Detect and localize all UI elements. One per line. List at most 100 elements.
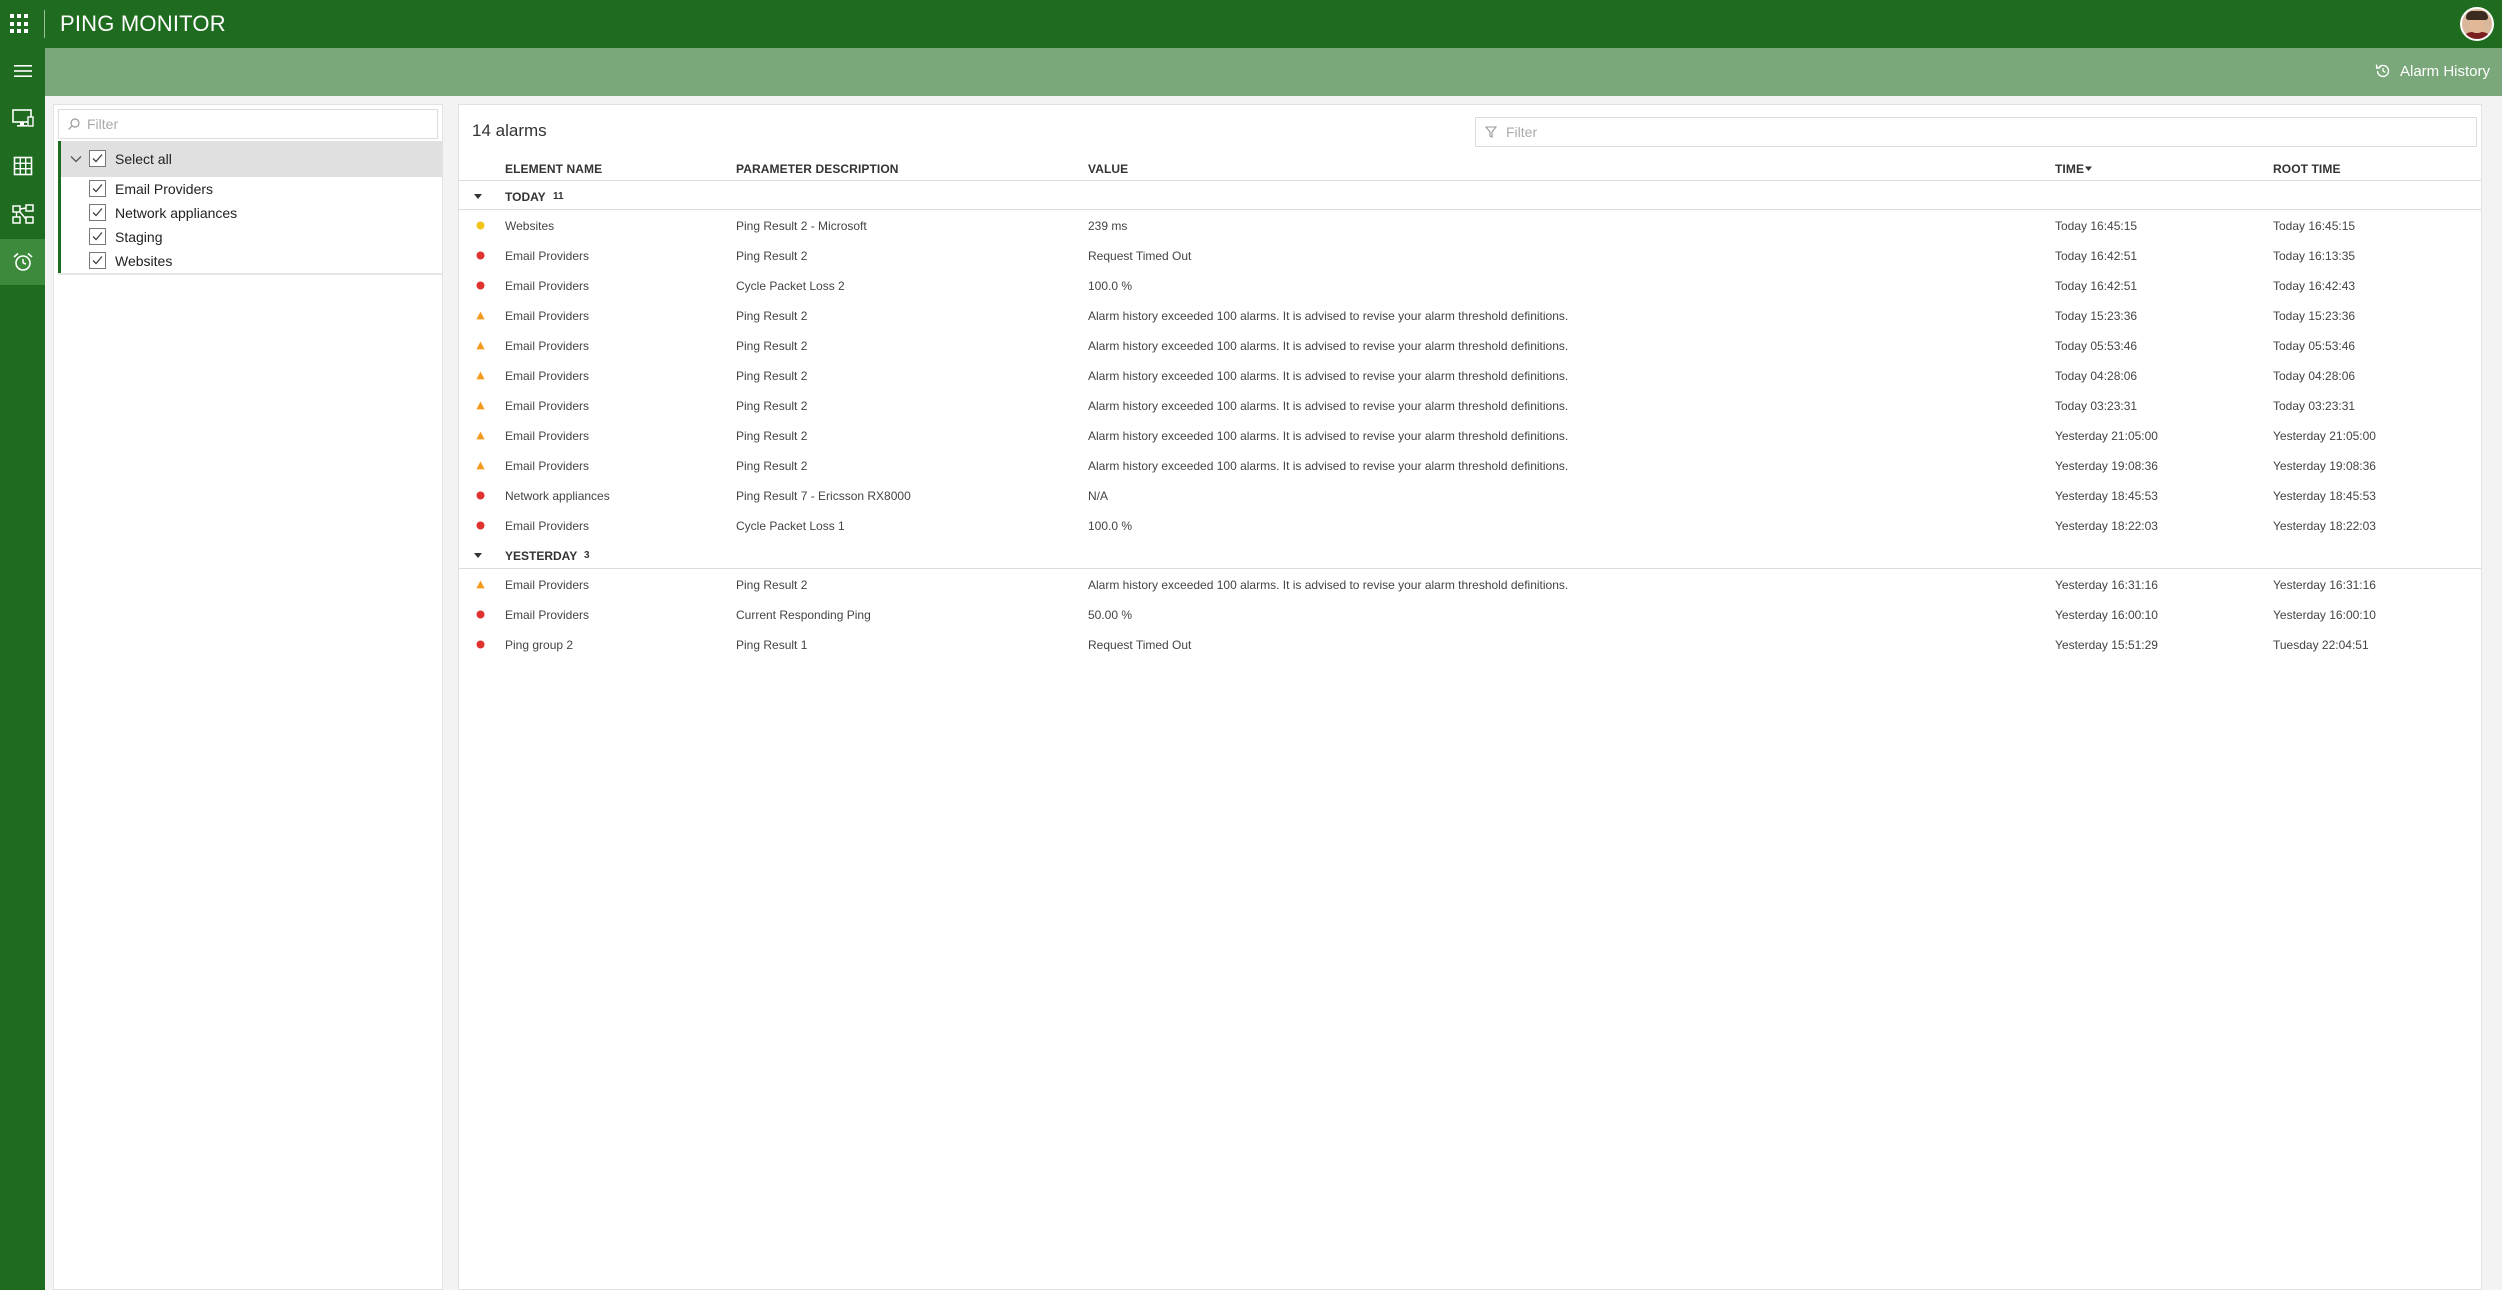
select-all-row[interactable]: Select all (58, 141, 442, 177)
column-header-element-name[interactable]: ELEMENT NAME (505, 162, 602, 176)
tree-item-checkbox[interactable] (89, 180, 106, 197)
top-bar: PING MONITOR (0, 0, 2502, 48)
cell-value: 100.0 % (1088, 279, 1133, 293)
cell-root-time: Today 16:13:35 (2273, 249, 2356, 263)
topology-icon[interactable] (0, 191, 45, 237)
caret-down-icon[interactable] (474, 553, 482, 559)
column-header-value[interactable]: VALUE (1088, 162, 1128, 176)
warning-triangle-icon (476, 341, 485, 350)
alarm-row[interactable]: Email Providers Current Responding Ping 50… (459, 600, 2481, 630)
alarm-row[interactable]: Email Providers Ping Result 2 Alarm histor… (459, 421, 2481, 451)
alarm-row[interactable]: Email Providers Ping Result 2 Alarm histor… (459, 331, 2481, 361)
column-header-row: ELEMENT NAME PARAMETER DESCRIPTION VALUE… (459, 155, 2481, 181)
monitor-icon[interactable] (0, 95, 45, 141)
select-all-label: Select all (115, 151, 172, 167)
caret-down-icon[interactable] (474, 194, 482, 200)
alarm-row[interactable]: Email Providers Ping Result 2 Alarm histor… (459, 301, 2481, 331)
app-title: PING MONITOR (60, 11, 226, 36)
warning-triangle-icon (476, 461, 485, 470)
cell-element-name: Email Providers (505, 309, 590, 323)
cell-parameter-description: Ping Result 2 (736, 339, 808, 353)
cell-value: 50.00 % (1088, 608, 1133, 622)
cell-value: Alarm history exceeded 100 alarms. It is… (1088, 578, 1569, 592)
alarm-row[interactable]: Email Providers Ping Result 2 Request Time… (459, 241, 2481, 271)
warning-triangle-icon (476, 401, 485, 410)
tree-item-email-providers[interactable]: Email Providers (58, 177, 442, 201)
cell-root-time: Tuesday 22:04:51 (2273, 638, 2369, 652)
alarm-filter-input[interactable] (1506, 122, 2466, 142)
cell-root-time: Yesterday 16:31:16 (2273, 578, 2376, 592)
alarm-row[interactable]: Ping group 2 Ping Result 1 Request Timed O… (459, 630, 2481, 660)
cell-value: N/A (1088, 489, 1109, 503)
cell-time: Yesterday 16:31:16 (2055, 578, 2158, 592)
tree-item-checkbox[interactable] (89, 252, 106, 269)
critical-severity-dot-icon (476, 610, 485, 619)
cell-parameter-description: Ping Result 2 (736, 399, 808, 413)
alarm-filter-box[interactable] (1475, 117, 2477, 147)
alarm-row[interactable]: Email Providers Cycle Packet Loss 2 100.0 … (459, 271, 2481, 301)
cell-element-name: Email Providers (505, 429, 590, 443)
element-filter-input[interactable] (87, 114, 427, 134)
cell-value: Alarm history exceeded 100 alarms. It is… (1088, 399, 1569, 413)
cell-root-time: Yesterday 16:00:10 (2273, 608, 2376, 622)
critical-severity-dot-icon (476, 251, 485, 260)
cell-value: Alarm history exceeded 100 alarms. It is… (1088, 369, 1569, 383)
cell-root-time: Today 03:23:31 (2273, 399, 2356, 413)
cell-root-time: Today 16:42:43 (2273, 279, 2356, 293)
group-header-yesterday[interactable]: YESTERDAY 3 (459, 541, 2481, 569)
alarm-clock-icon[interactable] (0, 239, 45, 285)
cell-time: Today 15:23:36 (2055, 309, 2138, 323)
cell-parameter-description: Ping Result 7 - Ericsson RX8000 (736, 489, 911, 503)
tree-item-staging[interactable]: Staging (58, 225, 442, 249)
left-nav-rail (0, 48, 45, 1290)
app-launcher-icon[interactable] (10, 14, 30, 34)
element-filter-panel: Select all Email Providers Network appli… (53, 104, 443, 1290)
tree-item-checkbox[interactable] (89, 228, 106, 245)
cell-parameter-description: Ping Result 2 - Microsoft (736, 219, 867, 233)
column-header-parameter-description[interactable]: PARAMETER DESCRIPTION (736, 162, 899, 176)
tree-item-checkbox[interactable] (89, 204, 106, 221)
alarm-row[interactable]: Email Providers Ping Result 2 Alarm histor… (459, 451, 2481, 481)
cell-element-name: Email Providers (505, 249, 590, 263)
element-tree: Select all Email Providers Network appli… (58, 141, 442, 275)
cell-time: Today 03:23:31 (2055, 399, 2138, 413)
column-header-root-time[interactable]: ROOT TIME (2273, 162, 2341, 176)
cell-value: Alarm history exceeded 100 alarms. It is… (1088, 459, 1569, 473)
cell-time: Today 16:45:15 (2055, 219, 2138, 233)
chevron-down-icon[interactable] (69, 152, 83, 166)
cell-time: Today 04:28:06 (2055, 369, 2138, 383)
tree-item-websites[interactable]: Websites (58, 249, 442, 273)
tree-item-network-appliances[interactable]: Network appliances (58, 201, 442, 225)
tree-item-label: Staging (115, 229, 163, 245)
column-header-time[interactable]: TIME (2055, 162, 2093, 176)
alarm-row[interactable]: Email Providers Cycle Packet Loss 1 100.0 … (459, 511, 2481, 541)
cell-parameter-description: Cycle Packet Loss 2 (736, 279, 845, 293)
critical-severity-dot-icon (476, 640, 485, 649)
alarm-row[interactable]: Email Providers Ping Result 2 Alarm histor… (459, 391, 2481, 421)
cell-root-time: Yesterday 18:22:03 (2273, 519, 2376, 533)
cell-value: Request Timed Out (1088, 249, 1192, 263)
select-all-checkbox[interactable] (89, 150, 106, 167)
alarm-count: 14 alarms (472, 121, 547, 140)
cell-root-time: Today 16:45:15 (2273, 219, 2356, 233)
hamburger-menu-icon[interactable] (0, 48, 45, 94)
alarm-row[interactable]: Email Providers Ping Result 2 Alarm histor… (459, 570, 2481, 600)
cell-element-name: Network appliances (505, 489, 610, 503)
alarm-row[interactable]: Websites Ping Result 2 - Microsoft 239 ms T… (459, 211, 2481, 241)
grid-icon[interactable] (0, 143, 45, 189)
cell-time: Yesterday 18:22:03 (2055, 519, 2158, 533)
cell-time: Today 16:42:51 (2055, 249, 2138, 263)
group-header-today[interactable]: TODAY 11 (459, 182, 2481, 210)
cell-element-name: Email Providers (505, 279, 590, 293)
cell-value: Alarm history exceeded 100 alarms. It is… (1088, 429, 1569, 443)
alarm-history-button[interactable]: Alarm History (2374, 62, 2490, 80)
group-name: YESTERDAY (505, 549, 578, 563)
alarm-row[interactable]: Network appliances Ping Result 7 - Ericss… (459, 481, 2481, 511)
user-avatar[interactable] (2460, 7, 2494, 41)
alarm-row[interactable]: Email Providers Ping Result 2 Alarm histor… (459, 361, 2481, 391)
search-icon (68, 118, 80, 130)
element-filter-box[interactable] (58, 109, 438, 139)
cell-root-time: Yesterday 21:05:00 (2273, 429, 2376, 443)
cell-element-name: Websites (505, 219, 555, 233)
cell-root-time: Today 05:53:46 (2273, 339, 2356, 353)
